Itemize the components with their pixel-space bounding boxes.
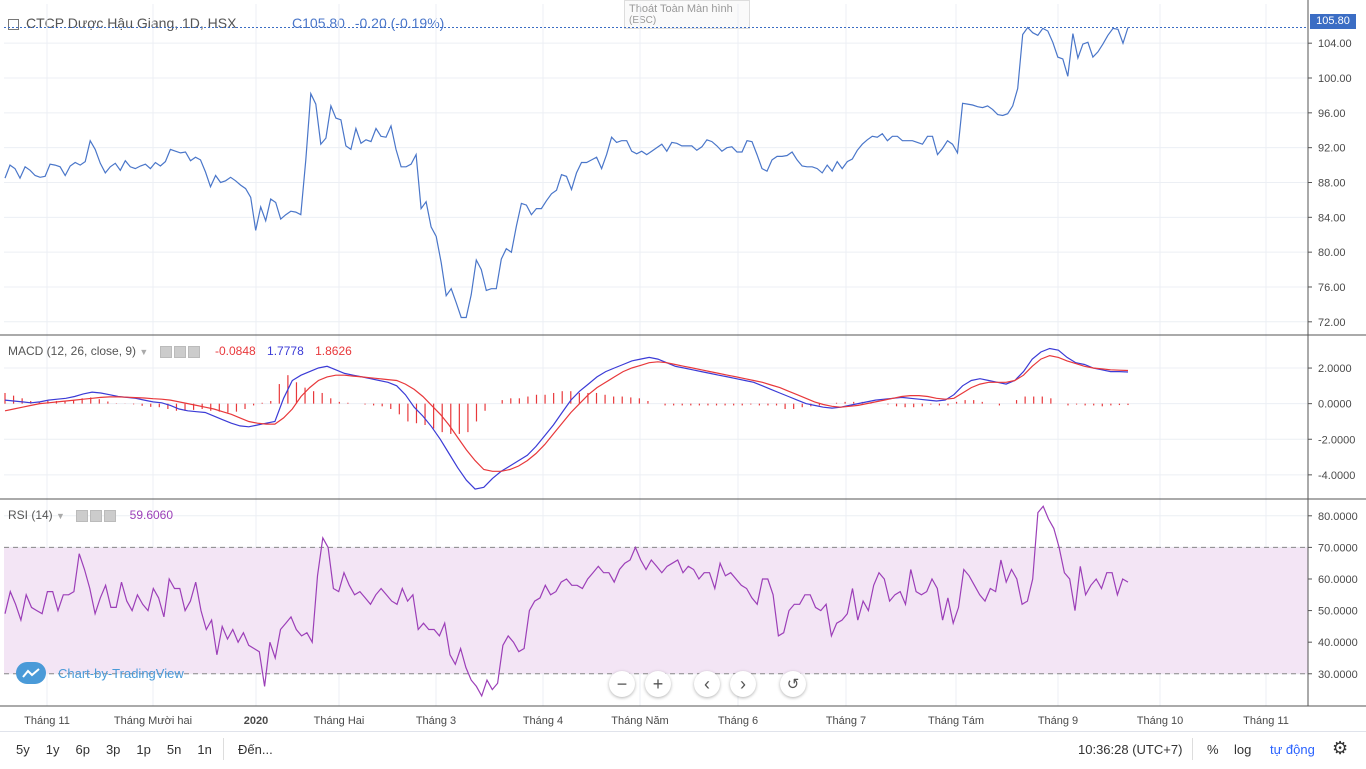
- x-tick-label: Tháng 11: [1243, 715, 1289, 727]
- x-tick-label: 2020: [244, 715, 268, 727]
- macd-line: [4, 347, 1129, 490]
- chevron-down-icon[interactable]: ▼: [139, 347, 148, 357]
- zoom-in-button[interactable]: +: [645, 671, 671, 697]
- y-tick-label: 92.00: [1318, 143, 1346, 155]
- y-tick-label: -2.0000: [1318, 434, 1355, 446]
- zoom-out-button[interactable]: −: [609, 671, 635, 697]
- y-tick-label: 96.00: [1318, 108, 1346, 120]
- close-icon[interactable]: [187, 345, 200, 358]
- x-tick-label: Tháng 7: [826, 715, 866, 727]
- x-tick-label: Tháng Tám: [928, 715, 984, 727]
- reset-icon: ↺: [786, 676, 800, 693]
- range-button-1n[interactable]: 1n: [197, 742, 211, 757]
- chevron-down-icon[interactable]: ▼: [56, 511, 65, 521]
- x-tick-label: Tháng 10: [1137, 715, 1183, 727]
- signal-line: [4, 354, 1129, 472]
- x-tick-label: Tháng Năm: [611, 715, 668, 727]
- price-line: [4, 26, 1129, 319]
- percent-scale-button[interactable]: %: [1207, 742, 1219, 757]
- auto-scale-button[interactable]: tự động: [1270, 742, 1315, 757]
- range-button-5y[interactable]: 5y: [16, 742, 30, 757]
- chart-canvas[interactable]: 72.00 76.00 80.00 84.00 88.00 92.00 96.00 100.0…: [0, 0, 1366, 730]
- macd-hist-value: -0.0848: [215, 344, 256, 358]
- y-tick-label: 104.00: [1318, 38, 1352, 50]
- settings-gear-icon[interactable]: ⚙: [1332, 738, 1348, 759]
- rsi-label: RSI (14): [8, 508, 53, 522]
- watermark-text: Chart-by-TradingView: [58, 665, 184, 681]
- signal-value: 1.8626: [315, 344, 352, 358]
- bottom-toolbar: 5y 1y 6p 3p 1p 5n 1n Đến... 10:36:28 (UTC+7) %…: [0, 731, 1366, 769]
- y-tick-label: 30.0000: [1318, 669, 1358, 681]
- macd-legend: MACD (12, 26, close, 9) ▼ -0.0848 1.7778…: [8, 344, 352, 358]
- x-tick-label: Tháng 3: [416, 715, 456, 727]
- tradingview-watermark[interactable]: Chart-by-TradingView: [16, 662, 184, 684]
- y-tick-label: 80.00: [1318, 247, 1346, 259]
- y-tick-label: 2.0000: [1318, 363, 1352, 375]
- close-icon[interactable]: [104, 509, 117, 522]
- range-button-1y[interactable]: 1y: [46, 742, 60, 757]
- y-tick-label: 88.00: [1318, 177, 1346, 189]
- clock-readout[interactable]: 10:36:28 (UTC+7): [1078, 742, 1182, 757]
- y-tick-label: 0.0000: [1318, 399, 1352, 411]
- toolbar-divider: [223, 738, 224, 760]
- y-tick-label: 80.0000: [1318, 511, 1358, 523]
- macd-label: MACD (12, 26, close, 9): [8, 344, 137, 358]
- log-scale-button[interactable]: log: [1234, 742, 1251, 757]
- macd-value: 1.7778: [267, 344, 304, 358]
- tradingview-logo-icon: [16, 662, 46, 684]
- x-tick-label: Tháng Mười hai: [114, 715, 192, 727]
- last-price-tag: 105.80: [1310, 14, 1356, 29]
- scroll-right-button[interactable]: ›: [730, 671, 756, 697]
- chevron-right-icon: ›: [740, 673, 746, 694]
- gear-icon[interactable]: [90, 509, 103, 522]
- chevron-left-icon: ‹: [704, 673, 710, 694]
- y-tick-label: 100.00: [1318, 73, 1352, 85]
- y-tick-label: 40.0000: [1318, 637, 1358, 649]
- rsi-value: 59.6060: [129, 508, 174, 522]
- eye-icon[interactable]: [159, 345, 172, 358]
- reset-chart-button[interactable]: ↺: [780, 671, 806, 697]
- scroll-left-button[interactable]: ‹: [694, 671, 720, 697]
- range-button-6p[interactable]: 6p: [75, 742, 89, 757]
- plus-icon: +: [652, 673, 664, 694]
- x-tick-label: Tháng 4: [523, 715, 563, 727]
- range-button-5n[interactable]: 5n: [167, 742, 181, 757]
- y-tick-label: 76.00: [1318, 282, 1346, 294]
- x-tick-label: Tháng 6: [718, 715, 758, 727]
- y-tick-label: -4.0000: [1318, 470, 1355, 482]
- rsi-legend: RSI (14) ▼ 59.6060: [8, 508, 173, 522]
- range-button-3p[interactable]: 3p: [106, 742, 120, 757]
- range-button-1p[interactable]: 1p: [136, 742, 150, 757]
- y-tick-label: 60.0000: [1318, 574, 1358, 586]
- goto-date-button[interactable]: Đến...: [238, 742, 273, 757]
- y-tick-label: 84.00: [1318, 212, 1346, 224]
- toolbar-divider: [1192, 738, 1193, 760]
- eye-icon[interactable]: [76, 509, 89, 522]
- y-tick-label: 50.0000: [1318, 606, 1358, 618]
- minus-icon: −: [616, 673, 628, 694]
- x-tick-label: Tháng Hai: [314, 715, 365, 727]
- y-tick-label: 70.0000: [1318, 542, 1358, 554]
- x-tick-label: Tháng 9: [1038, 715, 1078, 727]
- y-tick-label: 72.00: [1318, 317, 1346, 329]
- gear-icon[interactable]: [173, 345, 186, 358]
- x-tick-label: Tháng 11: [24, 715, 70, 727]
